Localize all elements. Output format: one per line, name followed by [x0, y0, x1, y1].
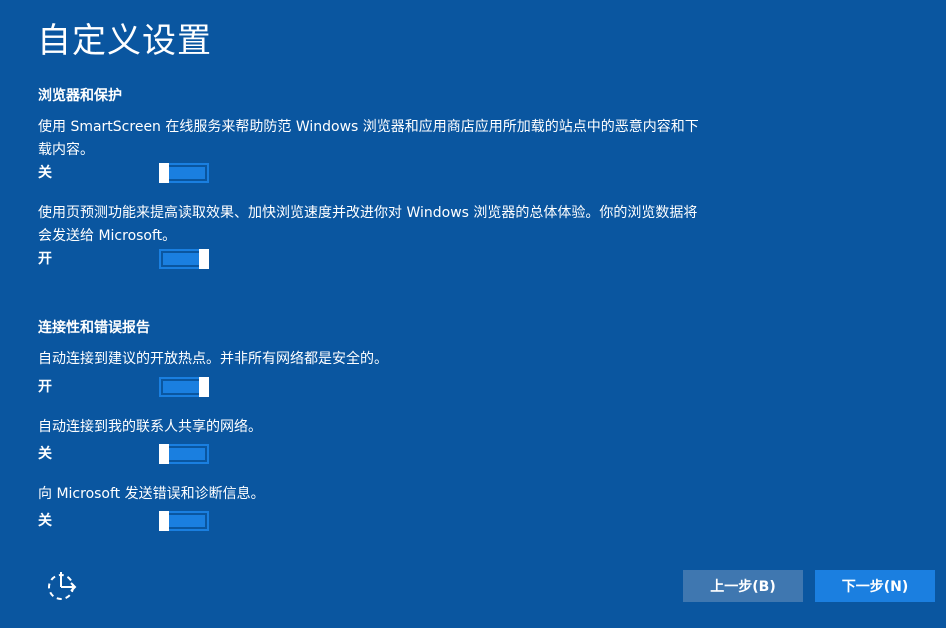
section-title-connectivity: 连接性和错误报告 [38, 320, 150, 336]
smartscreen-state-label: 关 [38, 165, 52, 181]
page-title: 自定义设置 [37, 21, 212, 61]
toggle-track [163, 448, 205, 460]
page-prediction-description: 使用页预测功能来提高读取效果、加快浏览速度并改进你对 Windows 浏览器的总… [38, 205, 698, 244]
next-button[interactable]: 下一步(N) [815, 570, 935, 602]
toggle-track [163, 167, 205, 179]
ease-of-access-icon[interactable] [44, 568, 80, 604]
error-reporting-description: 向 Microsoft 发送错误和诊断信息。 [38, 486, 265, 502]
toggle-track [163, 515, 205, 527]
error-reporting-state-label: 关 [38, 513, 52, 529]
toggle-thumb [159, 511, 169, 531]
open-hotspots-toggle[interactable] [159, 377, 209, 397]
toggle-thumb [159, 444, 169, 464]
open-hotspots-state-label: 开 [38, 379, 52, 395]
page-prediction-toggle[interactable] [159, 249, 209, 269]
smartscreen-description: 使用 SmartScreen 在线服务来帮助防范 Windows 浏览器和应用商… [38, 119, 699, 158]
toggle-thumb [159, 163, 169, 183]
smartscreen-toggle[interactable] [159, 163, 209, 183]
page-prediction-state-label: 开 [38, 251, 52, 267]
contacts-networks-toggle[interactable] [159, 444, 209, 464]
open-hotspots-description: 自动连接到建议的开放热点。并非所有网络都是安全的。 [38, 351, 388, 367]
error-reporting-toggle[interactable] [159, 511, 209, 531]
contacts-networks-description: 自动连接到我的联系人共享的网络。 [38, 419, 262, 435]
contacts-networks-state-label: 关 [38, 446, 52, 462]
section-title-browser-protection: 浏览器和保护 [38, 88, 122, 104]
toggle-thumb [199, 249, 209, 269]
back-button[interactable]: 上一步(B) [683, 570, 803, 602]
toggle-thumb [199, 377, 209, 397]
